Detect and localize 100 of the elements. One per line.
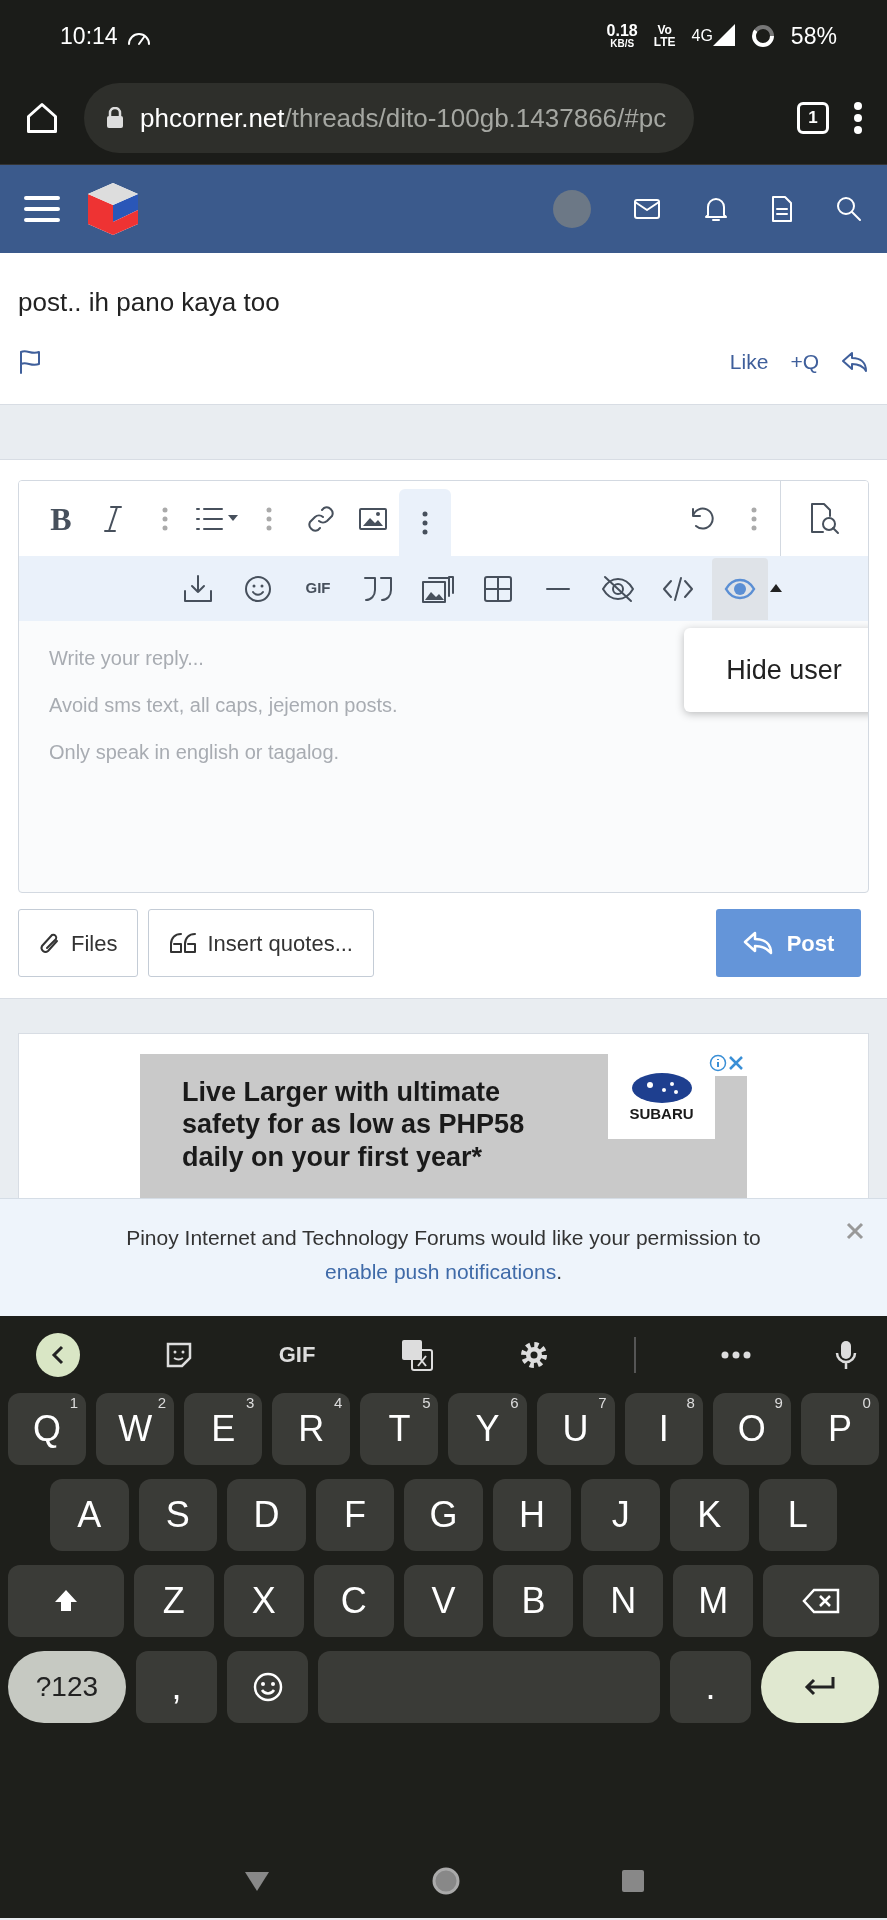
bell-icon <box>703 195 729 223</box>
link-icon <box>306 504 336 534</box>
backspace-key[interactable] <box>763 1565 880 1637</box>
more-vertical-icon <box>422 510 428 535</box>
gif-button[interactable]: GIF <box>292 558 344 619</box>
letter-key[interactable]: C <box>313 1565 394 1637</box>
eye-slash-icon <box>600 573 636 604</box>
letter-key[interactable]: F <box>315 1479 395 1551</box>
dash-icon <box>545 585 571 592</box>
document-search-icon <box>808 501 841 536</box>
more-vertical-icon <box>266 507 272 531</box>
battery-percent: 58% <box>790 21 837 51</box>
smiley-icon <box>243 573 273 604</box>
search-icon <box>835 195 863 223</box>
letter-key[interactable]: V <box>403 1565 484 1637</box>
envelope-icon <box>633 198 661 220</box>
gif-key[interactable]: GIF <box>278 1338 316 1371</box>
action-link[interactable]: Like <box>729 346 769 378</box>
letter-key[interactable]: X <box>223 1565 304 1637</box>
clock-time: 10:14 <box>60 21 118 51</box>
back-triangle-icon <box>242 1869 271 1892</box>
translate-icon <box>399 1337 434 1372</box>
list-icon <box>195 506 239 532</box>
period-key[interactable]: . <box>669 1651 752 1723</box>
emoji-key[interactable] <box>227 1651 309 1723</box>
letter-key[interactable]: Z <box>133 1565 214 1637</box>
reply-icon <box>742 930 775 956</box>
symbols-key[interactable]: ?123 <box>8 1651 126 1723</box>
url-text: phcorner.net/threads/dito-100gb.1437866/#pc <box>140 101 667 135</box>
post-text: post.. ih pano kaya too <box>18 286 281 319</box>
action-link[interactable]: +Q <box>790 346 819 378</box>
speed-unit: KB/S <box>610 39 635 49</box>
letter-key[interactable]: A <box>50 1479 129 1551</box>
network-type: 4G <box>691 26 713 46</box>
table-icon <box>483 574 513 603</box>
more-horizontal-icon <box>720 1350 751 1359</box>
volte-label: LTE <box>653 36 676 48</box>
close-icon <box>845 1221 865 1241</box>
home-button[interactable] <box>24 100 60 136</box>
flag-icon <box>18 348 42 375</box>
info-icon <box>709 1054 727 1072</box>
ad-headline: safety for as low as PHP58 <box>182 1108 525 1141</box>
letter-key[interactable]: S <box>138 1479 218 1551</box>
letter-key[interactable]: G <box>404 1479 483 1551</box>
oval-logo-icon <box>629 1070 694 1105</box>
gallery-icon <box>421 573 455 604</box>
ad-brand: SUBARU <box>629 1104 694 1123</box>
code-icon <box>661 574 695 603</box>
bold-button[interactable]: B <box>35 489 87 549</box>
backspace-icon <box>802 1588 841 1614</box>
volte-label: Vo <box>657 24 672 36</box>
comma-key[interactable]: , <box>135 1651 218 1723</box>
insert-quotes-button[interactable]: Insert quotes... <box>148 909 374 977</box>
quote-marks-icon <box>362 574 394 603</box>
battery-ring-icon <box>750 24 775 48</box>
letter-key[interactable]: H <box>492 1479 572 1551</box>
tab-count-button[interactable]: 1 <box>797 102 829 134</box>
tray-download-icon <box>182 572 214 605</box>
more-vertical-icon <box>751 507 757 531</box>
placeholder-text: Only speak in english or tagalog. <box>49 740 340 765</box>
microphone-icon <box>834 1338 857 1371</box>
image-icon <box>358 507 388 531</box>
more-vertical-icon <box>162 507 168 531</box>
letter-key[interactable]: B <box>493 1565 574 1637</box>
ad-headline: Live Larger with ultimate <box>182 1076 501 1109</box>
eye-icon <box>724 577 756 600</box>
letter-key[interactable]: D <box>227 1479 306 1551</box>
placeholder-text: Avoid sms text, all caps, jejemon posts. <box>49 693 398 718</box>
reply-icon <box>841 349 869 374</box>
letter-key[interactable]: N <box>583 1565 664 1637</box>
hide-user-button[interactable] <box>712 557 768 620</box>
caret-up-icon <box>770 583 782 592</box>
recents-square-icon <box>620 1868 645 1893</box>
chevron-left-icon <box>51 1344 65 1365</box>
back-button[interactable] <box>36 1332 80 1377</box>
push-notice-text: Pinoy Internet and Technology Forums would like your permission to enable push notifications. <box>126 1226 761 1283</box>
enable-notifications-link[interactable]: enable push notifications <box>325 1259 557 1283</box>
letter-key[interactable]: M <box>673 1565 754 1637</box>
files-button[interactable]: Files <box>18 909 139 977</box>
italic-icon <box>103 504 123 534</box>
letter-key[interactable]: K <box>669 1479 749 1551</box>
document-icon <box>771 195 793 223</box>
shift-icon <box>52 1588 79 1614</box>
lock-icon <box>106 107 124 129</box>
ad-headline: daily on your first year* <box>182 1140 483 1174</box>
quote-marks-icon <box>169 931 198 955</box>
menu-icon <box>24 195 60 223</box>
letter-key[interactable]: J <box>581 1479 660 1551</box>
placeholder-text: Write your reply... <box>49 646 204 671</box>
letter-key[interactable]: L <box>758 1479 838 1551</box>
more-vertical-icon <box>853 101 863 135</box>
signal-icon <box>712 24 735 46</box>
network-speed: 0.18 <box>606 23 638 39</box>
ad-controls[interactable] <box>709 1054 747 1076</box>
shift-key[interactable] <box>8 1565 124 1637</box>
ad-banner[interactable]: Live Larger with ultimate safety for as low as PHP58 daily on your first year* SUBARU <box>140 1054 747 1199</box>
smiley-icon <box>251 1671 284 1703</box>
address-bar[interactable]: phcorner.net/threads/dito-100gb.1437866/#pc <box>84 83 694 153</box>
menu-item[interactable]: Hide user <box>684 649 868 690</box>
close-icon <box>727 1054 745 1072</box>
